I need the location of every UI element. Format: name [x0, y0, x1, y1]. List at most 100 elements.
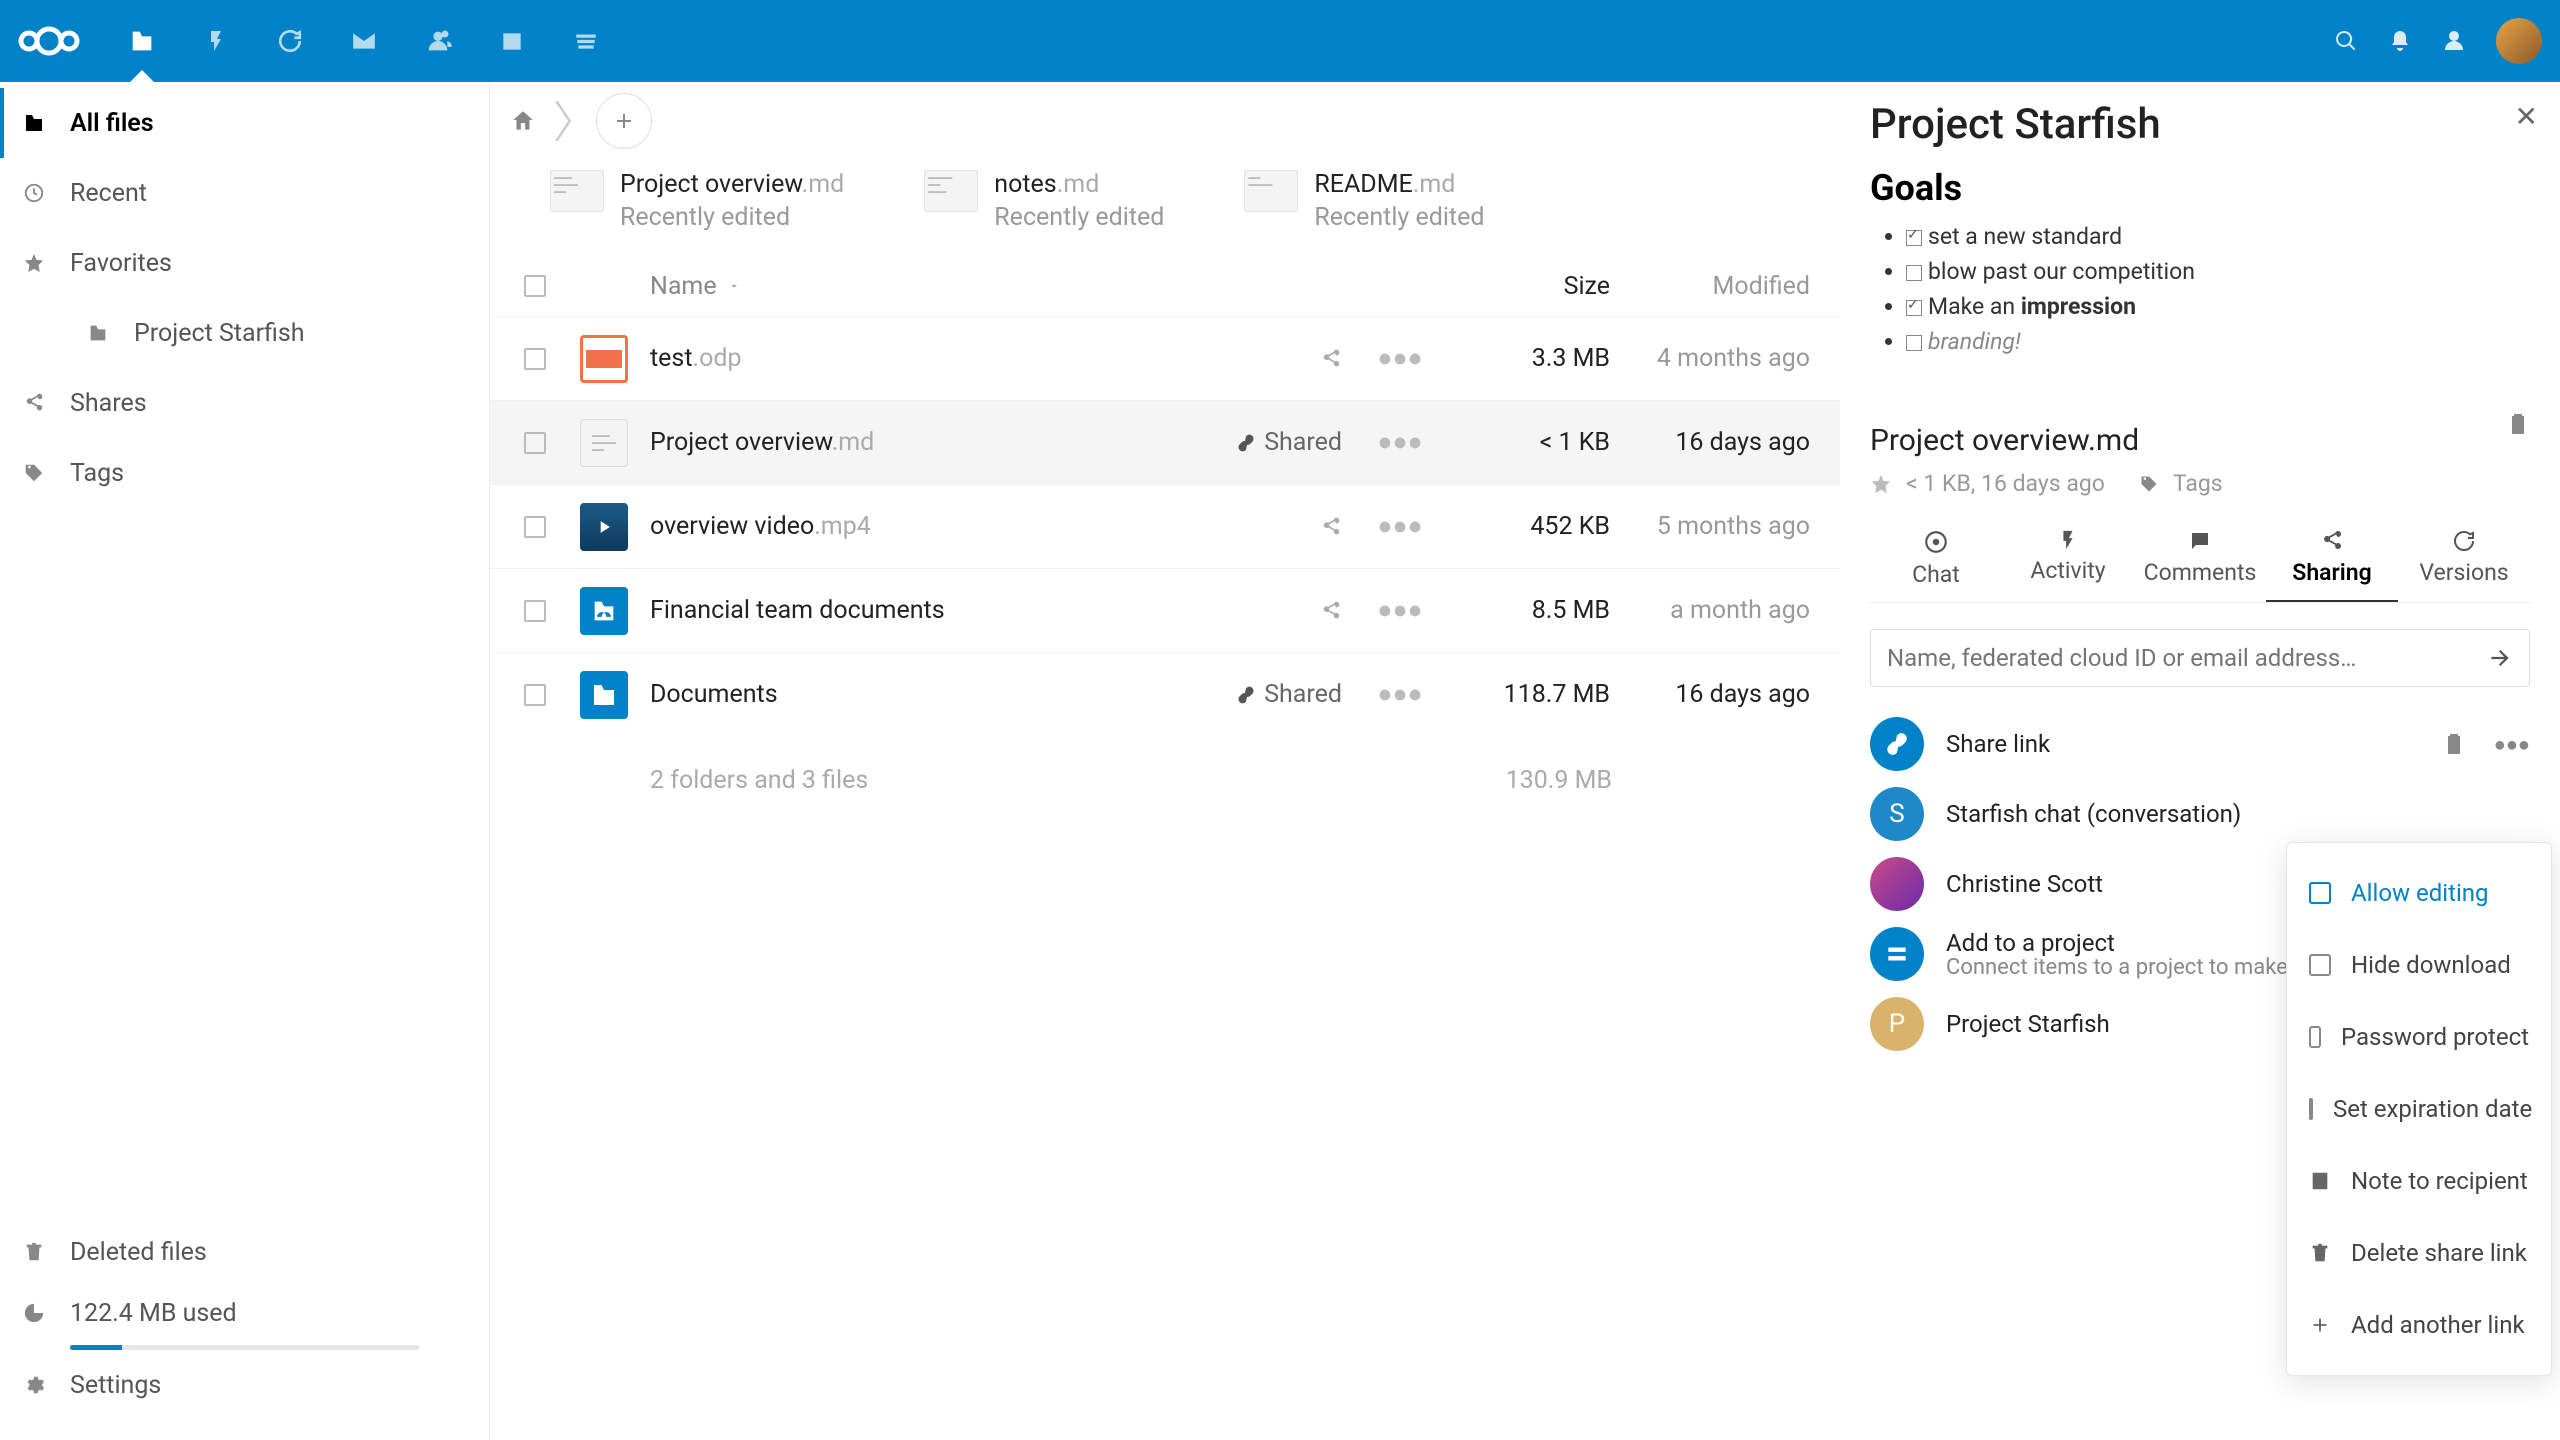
nextcloud-logo[interactable]	[18, 24, 80, 58]
checkbox-icon[interactable]	[1906, 335, 1922, 351]
notifications-icon[interactable]	[2388, 29, 2412, 53]
file-row[interactable]: ▬▬▬▬▬▬▬▬▬ Project overview.md Shared ●●●…	[490, 400, 1840, 484]
star-icon[interactable]	[1870, 473, 1892, 495]
sidebar-tags[interactable]: Tags	[0, 438, 489, 508]
recent-files-row: ▬▬▬▬▬▬▬▬▬Project overview.mdRecently edi…	[490, 160, 1840, 256]
checkbox-icon	[2309, 1098, 2313, 1120]
tab-sharing[interactable]: Sharing	[2266, 521, 2398, 602]
recent-file[interactable]: ▬▬▬▬▬▬▬▬▬Project overview.mdRecently edi…	[550, 170, 844, 232]
nav-mail-icon[interactable]	[334, 11, 394, 71]
nav-activity-icon[interactable]	[186, 11, 246, 71]
nav-talk-icon[interactable]	[260, 11, 320, 71]
menu-expiration[interactable]: Set expiration date	[2287, 1073, 2551, 1145]
file-modified: 5 months ago	[1610, 512, 1810, 541]
row-checkbox[interactable]	[524, 684, 546, 706]
menu-allow-editing[interactable]: Allow editing	[2287, 857, 2551, 929]
col-modified[interactable]: Modified	[1610, 272, 1810, 301]
arrow-right-icon[interactable]	[2487, 645, 2513, 671]
tab-chat[interactable]: Chat	[1870, 521, 2002, 602]
file-name: Documents	[650, 680, 1210, 709]
sidebar-favorites[interactable]: Favorites	[0, 228, 489, 298]
more-icon[interactable]: ●●●	[2494, 732, 2530, 757]
row-checkbox[interactable]	[524, 432, 546, 454]
tab-comments[interactable]: Comments	[2134, 521, 2266, 602]
row-checkbox[interactable]	[524, 348, 546, 370]
link-icon	[1236, 685, 1256, 705]
menu-hide-download[interactable]: Hide download	[2287, 929, 2551, 1001]
file-row[interactable]: Documents Shared ●●● 118.7 MB 16 days ag…	[490, 652, 1840, 736]
clipboard-icon[interactable]	[2506, 412, 2530, 436]
file-size: 452 KB	[1450, 512, 1610, 541]
file-row[interactable]: test.odp ●●● 3.3 MB 4 months ago	[490, 316, 1840, 400]
select-all-checkbox[interactable]	[524, 275, 546, 297]
share-input[interactable]	[1887, 644, 2487, 672]
menu-password-protect[interactable]: Password protect	[2287, 1001, 2551, 1073]
sidebar-shares[interactable]: Shares	[0, 368, 489, 438]
row-actions-icon[interactable]: ●●●	[1350, 512, 1450, 541]
contacts-menu-icon[interactable]	[2442, 29, 2466, 53]
sidebar-item-label: Recent	[70, 179, 147, 208]
sidebar-deleted[interactable]: Deleted files	[0, 1217, 489, 1287]
search-icon[interactable]	[2334, 29, 2358, 53]
checkbox-icon	[2309, 1026, 2321, 1048]
checkbox-icon[interactable]	[1906, 300, 1922, 316]
tag-icon[interactable]	[2139, 474, 2159, 494]
col-name[interactable]: Name	[650, 272, 717, 301]
row-actions-icon[interactable]: ●●●	[1350, 428, 1450, 457]
row-checkbox[interactable]	[524, 600, 546, 622]
new-button[interactable]	[596, 93, 652, 149]
sidebar-settings[interactable]: Settings	[0, 1350, 489, 1420]
panel-title: Project Starfish	[1870, 100, 2530, 149]
row-actions-icon[interactable]: ●●●	[1350, 596, 1450, 625]
menu-note[interactable]: Note to recipient	[2287, 1145, 2551, 1217]
nav-contacts-icon[interactable]	[408, 11, 468, 71]
close-icon[interactable]: ✕	[2515, 100, 2538, 133]
sidebar-recent[interactable]: Recent	[0, 158, 489, 228]
nav-files-icon[interactable]	[112, 11, 172, 71]
recent-name: README.md	[1314, 170, 1484, 199]
file-size: 3.3 MB	[1450, 344, 1610, 373]
sidebar-item-label: Deleted files	[70, 1238, 207, 1267]
file-row[interactable]: Financial team documents ●●● 8.5 MB a mo…	[490, 568, 1840, 652]
file-icon-video	[580, 503, 628, 551]
recent-file[interactable]: ▬▬▬▬▬▬README.mdRecently edited	[1244, 170, 1484, 232]
col-size[interactable]: Size	[1450, 272, 1610, 301]
row-actions-icon[interactable]: ●●●	[1350, 680, 1450, 709]
nav-calendar-icon[interactable]	[482, 11, 542, 71]
tab-activity[interactable]: Activity	[2002, 521, 2134, 602]
file-modified: 16 days ago	[1610, 680, 1810, 709]
share-icon[interactable]	[1320, 600, 1342, 622]
checkbox-icon[interactable]	[1906, 265, 1922, 281]
header-right	[2334, 18, 2542, 64]
share-icon[interactable]	[1320, 348, 1342, 370]
sidebar-all-files[interactable]: All files	[0, 88, 489, 158]
checkbox-icon	[2309, 954, 2331, 976]
file-size: < 1 KB	[1450, 428, 1610, 457]
menu-add-link[interactable]: Add another link	[2287, 1289, 2551, 1361]
recent-name: Project overview.md	[620, 170, 844, 199]
table-header: Name Size Modified	[490, 256, 1840, 316]
menu-delete-link[interactable]: Delete share link	[2287, 1217, 2551, 1289]
checkbox-icon[interactable]	[1906, 230, 1922, 246]
home-icon[interactable]	[510, 108, 536, 134]
file-row[interactable]: overview video.mp4 ●●● 452 KB 5 months a…	[490, 484, 1840, 568]
user-avatar[interactable]	[2496, 18, 2542, 64]
sidebar-item-label: Settings	[70, 1371, 161, 1400]
share-icon[interactable]	[1320, 516, 1342, 538]
row-actions-icon[interactable]: ●●●	[1350, 344, 1450, 373]
row-checkbox[interactable]	[524, 516, 546, 538]
panel-file-name: Project overview.md	[1870, 423, 2139, 458]
sidebar-item-label: Shares	[70, 389, 147, 418]
sidebar: All files Recent Favorites Project Starf…	[0, 82, 490, 1440]
main-content: ▬▬▬▬▬▬▬▬▬Project overview.mdRecently edi…	[490, 82, 1840, 1440]
sort-icon[interactable]	[727, 279, 741, 293]
file-name: Project overview.md	[650, 428, 1210, 457]
tab-versions[interactable]: Versions	[2398, 521, 2530, 602]
link-icon	[1236, 433, 1256, 453]
sidebar-favorite-folder[interactable]: Project Starfish	[0, 298, 489, 368]
clipboard-icon[interactable]	[2442, 732, 2466, 756]
file-name: overview video.mp4	[650, 512, 1210, 541]
file-thumb: ▬▬▬▬▬▬	[1244, 170, 1298, 212]
nav-deck-icon[interactable]	[556, 11, 616, 71]
recent-file[interactable]: ▬▬▬▬▬▬▬▬▬notes.mdRecently edited	[924, 170, 1164, 232]
